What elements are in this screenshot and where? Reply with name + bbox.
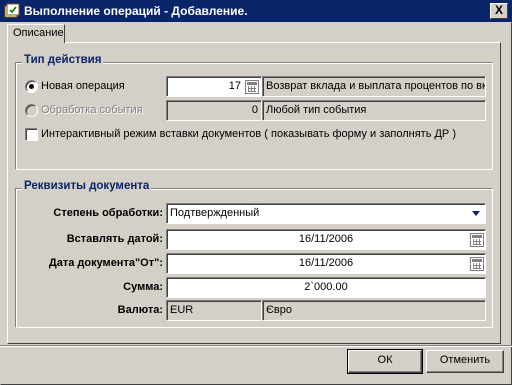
currency-name-value: Євро bbox=[266, 304, 292, 316]
document-details-legend: Реквизиты документа bbox=[22, 180, 152, 192]
event-description: Любой тип события bbox=[262, 100, 486, 121]
ok-button[interactable]: ОК bbox=[347, 349, 423, 374]
action-type-legend: Тип действия bbox=[22, 54, 104, 66]
tab-label: Описание bbox=[13, 27, 64, 39]
cancel-button[interactable]: Отменить bbox=[426, 350, 504, 373]
operation-lookup-icon[interactable] bbox=[245, 80, 259, 94]
insert-date-value: 16/11/2006 bbox=[298, 233, 354, 245]
doc-date-calendar-icon[interactable] bbox=[470, 257, 484, 271]
cancel-button-label: Отменить bbox=[439, 354, 491, 366]
currency-code-field: EUR bbox=[166, 300, 262, 321]
new-operation-description-text: Возврат вклада и выплата процентов по вк bbox=[266, 80, 486, 92]
currency-label: Валюта: bbox=[117, 304, 163, 316]
app-icon bbox=[4, 3, 20, 18]
amount-label: Сумма: bbox=[123, 281, 163, 293]
event-code-input: 0 bbox=[166, 100, 262, 121]
currency-code-value: EUR bbox=[170, 304, 194, 316]
status-label: Степень обработки: bbox=[53, 207, 163, 219]
interactive-mode-label: Интерактивный режим вставки документов (… bbox=[41, 128, 456, 140]
insert-date-calendar-icon[interactable] bbox=[470, 233, 484, 247]
close-icon: X bbox=[494, 3, 503, 17]
amount-value: 2`000.00 bbox=[304, 281, 348, 293]
status-value: Подтвержденный bbox=[170, 207, 260, 219]
interactive-mode-checkbox[interactable] bbox=[25, 128, 38, 141]
event-processing-radio[interactable] bbox=[25, 104, 38, 117]
amount-input[interactable]: 2`000.00 bbox=[166, 277, 486, 298]
footer-separator bbox=[0, 345, 512, 347]
new-operation-radio[interactable] bbox=[25, 80, 38, 93]
doc-date-value: 16/11/2006 bbox=[298, 257, 354, 269]
currency-name-field: Євро bbox=[262, 300, 486, 321]
new-operation-description: Возврат вклада и выплата процентов по вк bbox=[262, 76, 486, 97]
event-processing-label: Обработка события bbox=[41, 104, 143, 116]
insert-date-label: Вставлять датой: bbox=[66, 233, 163, 245]
title-bar[interactable]: Выполнение операций - Добавление. X bbox=[0, 0, 512, 22]
event-description-text: Любой тип события bbox=[266, 104, 367, 116]
tab-description[interactable]: Описание bbox=[7, 24, 65, 43]
new-operation-label: Новая операция bbox=[41, 80, 125, 92]
insert-date-input[interactable]: 16/11/2006 bbox=[166, 229, 486, 250]
chevron-down-icon[interactable] bbox=[472, 211, 480, 216]
window-title: Выполнение операций - Добавление. bbox=[24, 4, 248, 18]
event-code-value: 0 bbox=[251, 104, 258, 116]
ok-button-label: ОК bbox=[377, 354, 393, 366]
doc-date-label: Дата документа"От": bbox=[48, 257, 163, 269]
close-button[interactable]: X bbox=[490, 3, 508, 19]
doc-date-input[interactable]: 16/11/2006 bbox=[166, 253, 486, 274]
new-operation-code-value: 17 bbox=[228, 80, 241, 92]
status-select[interactable]: Подтвержденный bbox=[166, 203, 486, 224]
